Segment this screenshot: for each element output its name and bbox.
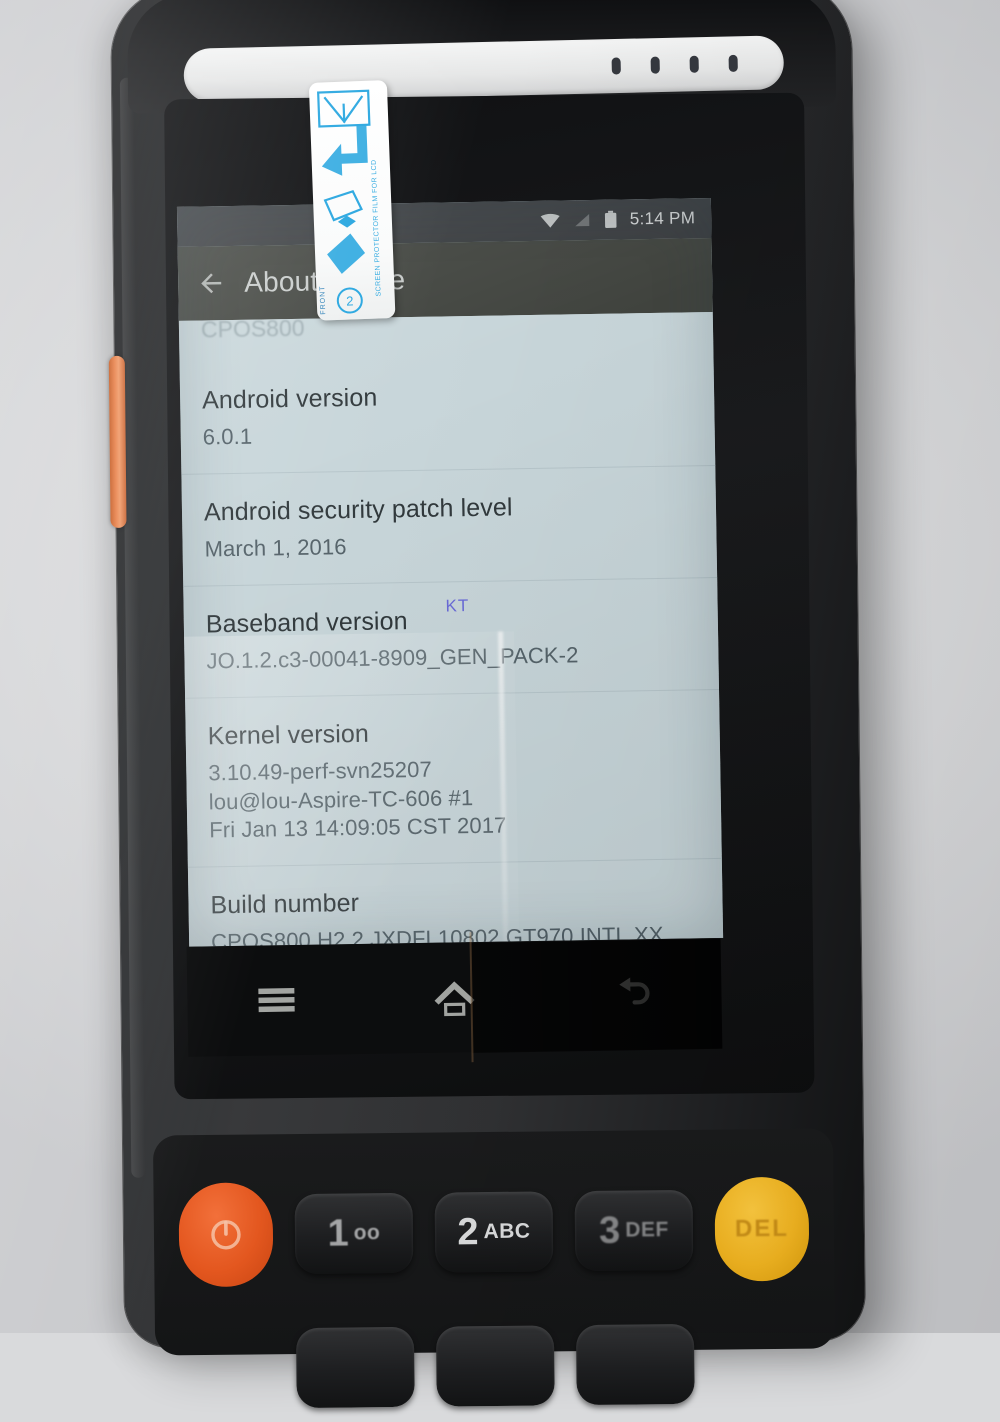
- key-digit: 3: [598, 1209, 621, 1252]
- row-value-line: March 1, 2016: [204, 534, 347, 562]
- row-value-line: 6.0.1: [202, 423, 253, 450]
- row-title: Kernel version: [207, 720, 370, 751]
- back-undo-icon: [619, 977, 650, 1005]
- sticker-front-label: FRONT: [319, 285, 328, 315]
- lcd-screen: 5:14 PM About phone CPOS800 Android vers…: [176, 198, 724, 947]
- keypad: 1 oo 2 ABC 3 DEF DEL: [152, 1128, 836, 1409]
- row-title: Android version: [201, 383, 378, 415]
- row-title: Android security patch level: [203, 493, 513, 527]
- key-alpha: ABC: [483, 1219, 531, 1244]
- power-icon: [211, 1220, 241, 1250]
- key-alpha: DEF: [625, 1218, 669, 1242]
- nav-home-button[interactable]: [365, 941, 545, 1054]
- row-value: JO.1.2.c3-00041-8909_GEN_PACK-2: [206, 632, 697, 698]
- indicator-dot: [611, 57, 621, 75]
- kt-watermark: KT: [445, 596, 470, 616]
- nav-back-button[interactable]: [543, 938, 723, 1051]
- photo-background: 5:14 PM About phone CPOS800 Android vers…: [0, 0, 1000, 1409]
- key-2[interactable]: 2 ABC: [434, 1191, 554, 1273]
- key-digit: 1: [327, 1212, 349, 1255]
- nav-menu-button[interactable]: [187, 944, 367, 1057]
- indicator-dot: [650, 56, 660, 74]
- about-phone-list: CPOS800 Android version 6.0.1 Android se…: [178, 312, 724, 947]
- list-item[interactable]: Kernel version 3.10.49-perf-svn25207 lou…: [185, 689, 722, 867]
- key-digit: 2: [457, 1211, 479, 1254]
- indicator-dots: [611, 54, 738, 75]
- android-navigation-bar: [186, 937, 723, 1057]
- row-value: 6.0.1: [202, 407, 693, 473]
- key-1[interactable]: 1 oo: [294, 1192, 414, 1275]
- signal-icon: [574, 214, 589, 227]
- row-value: March 1, 2016: [204, 519, 695, 585]
- keypad-row-one: 1 oo 2 ABC 3 DEF DEL: [153, 1176, 834, 1288]
- list-item[interactable]: Android security patch level March 1, 20…: [181, 465, 718, 587]
- list-item[interactable]: Android version 6.0.1: [180, 354, 716, 474]
- battery-icon: [604, 210, 617, 228]
- back-arrow-icon[interactable]: [196, 268, 226, 298]
- list-item[interactable]: Build number CPOS800.H2.2.JXDFL10802.GT9…: [187, 857, 724, 947]
- key-5[interactable]: [435, 1325, 555, 1407]
- delete-label: DEL: [734, 1214, 790, 1243]
- delete-button[interactable]: DEL: [714, 1176, 810, 1282]
- list-item[interactable]: Baseband version JO.1.2.c3-00041-8909_GE…: [183, 577, 720, 699]
- key-alpha: oo: [353, 1221, 381, 1245]
- wifi-icon: [540, 213, 560, 228]
- key-3[interactable]: 3 DEF: [574, 1189, 694, 1272]
- status-bar-clock: 5:14 PM: [629, 208, 696, 229]
- keypad-row-two: [155, 1310, 836, 1421]
- row-value: 3.10.49-perf-svn25207 lou@lou-Aspire-TC-…: [208, 744, 700, 867]
- indicator-dot: [728, 54, 738, 72]
- row-value-line: JO.1.2.c3-00041-8909_GEN_PACK-2: [206, 642, 579, 674]
- power-button[interactable]: [178, 1182, 274, 1288]
- screen-protector-tab-sticker[interactable]: SCREEN PROTECTOR FILM FOR LCD 2 FRONT: [308, 80, 396, 321]
- key-6[interactable]: [575, 1323, 695, 1406]
- key-4[interactable]: [295, 1326, 415, 1409]
- action-bar: About phone: [177, 238, 713, 321]
- row-title: Build number: [210, 888, 360, 920]
- menu-hamburger-icon: [258, 988, 295, 1013]
- pos-terminal-device: 5:14 PM About phone CPOS800 Android vers…: [108, 0, 866, 1409]
- side-button-orange[interactable]: [108, 355, 127, 528]
- indicator-dot: [689, 55, 699, 73]
